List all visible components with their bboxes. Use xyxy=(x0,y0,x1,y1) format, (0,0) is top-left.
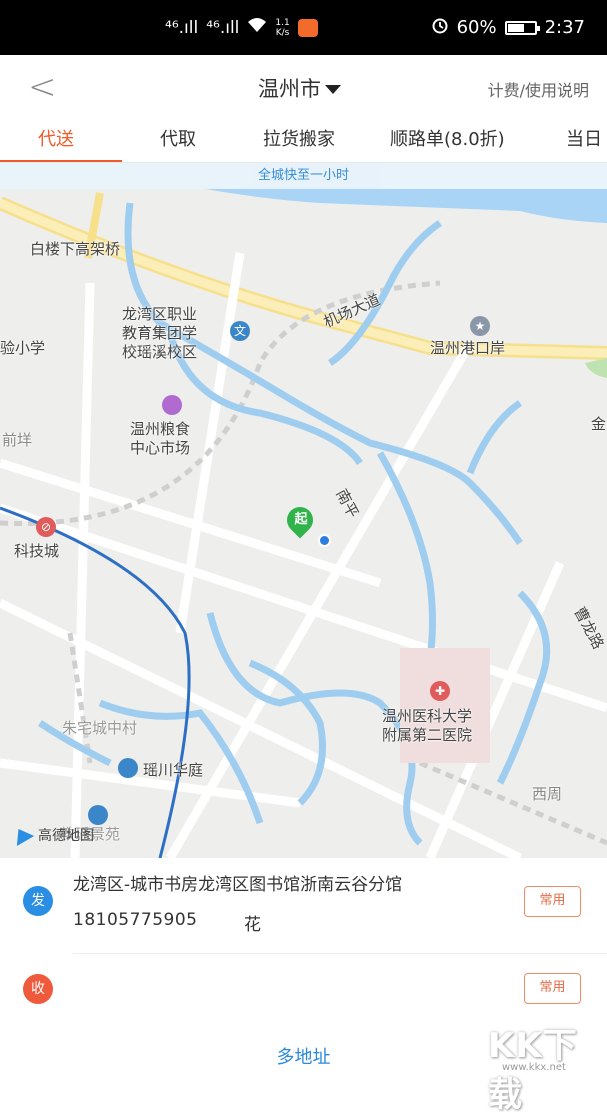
sender-badge: 发 xyxy=(23,886,53,916)
amap-logo-text: 高德地图 xyxy=(38,828,94,844)
amap-logo: 高德地图 xyxy=(9,823,94,847)
speed-unit: K/s xyxy=(275,27,290,38)
status-bar: ⁴⁶.ıll ⁴⁶.ıll 1.1 K/s 60% 2:37 xyxy=(0,0,607,55)
city-name: 温州市 xyxy=(258,77,321,101)
map-label-grain-2: 中心市场 xyxy=(130,439,191,457)
map-label-grain-1: 温州粮食 xyxy=(130,420,191,438)
map-label-xizhou: 西周 xyxy=(532,785,563,803)
watermark-logo: KK下载 www.kkx.net xyxy=(488,1018,606,1115)
clock: 2:37 xyxy=(544,17,585,38)
back-button[interactable]: < xyxy=(28,67,57,107)
map-view[interactable]: 全城快至一小时 白楼下高架桥 龙湾区职业 教育集团学 校瑶溪校区 文 机场大道 … xyxy=(0,163,607,858)
tab-moving[interactable]: 拉货搬家 xyxy=(263,125,335,151)
battery-icon xyxy=(504,20,540,35)
signal-icon: ⁴⁶.ıll xyxy=(165,17,199,38)
notification-icon xyxy=(297,18,318,37)
map-label-bridge: 白楼下高架桥 xyxy=(30,240,121,258)
alarm-icon xyxy=(431,16,449,39)
receiver-badge: 收 xyxy=(23,974,53,1004)
tab-on-the-way[interactable]: 顺路单(8.0折) xyxy=(390,125,505,151)
start-pin-label: 起 xyxy=(294,512,308,527)
map-label-port: 温州港口岸 xyxy=(430,339,506,357)
status-center: ⁴⁶.ıll ⁴⁶.ıll 1.1 K/s xyxy=(165,17,318,38)
market-icon[interactable] xyxy=(162,395,182,415)
sender-common-button[interactable]: 常用 xyxy=(524,886,581,917)
map-label-qianhuan: 前垟 xyxy=(2,431,33,449)
watermark-sub: www.kkx.net xyxy=(502,1062,566,1073)
school-icon[interactable]: 文 xyxy=(230,321,250,341)
sender-address[interactable]: 龙湾区-城市书房龙湾区图书馆浙南云谷分馆 xyxy=(73,870,402,895)
map-label-school-line3: 校瑶溪校区 xyxy=(122,343,198,361)
caret-down-icon xyxy=(325,84,341,94)
residence-icon-2[interactable] xyxy=(88,805,108,825)
header-bar: < 温州市 计费/使用说明 xyxy=(0,55,607,117)
service-tabs: 代送 代取 拉货搬家 顺路单(8.0折) 当日 xyxy=(0,117,607,163)
sender-name: 花 xyxy=(244,915,261,935)
port-icon[interactable]: ★ xyxy=(470,316,490,336)
network-speed: 1.1 K/s xyxy=(275,18,289,38)
tab-delivery[interactable]: 代送 xyxy=(38,125,74,151)
receiver-address-field[interactable] xyxy=(73,963,513,1013)
sender-phone: 18105775905 xyxy=(73,910,198,930)
map-label-hospital-1: 温州医科大学 xyxy=(382,707,473,725)
current-location-icon xyxy=(318,534,331,547)
row-divider xyxy=(73,953,607,954)
status-right: 60% 2:37 xyxy=(431,16,585,39)
map-label-jin: 金 xyxy=(591,415,607,433)
battery-percent: 60% xyxy=(456,17,497,38)
hospital-icon[interactable]: ✚ xyxy=(430,681,450,701)
metro-station-icon[interactable]: ⊘ xyxy=(36,517,56,537)
map-banner: 全城快至一小时 xyxy=(0,163,607,189)
map-label-tech-city: 科技城 xyxy=(14,542,60,560)
receiver-common-button[interactable]: 常用 xyxy=(524,973,581,1004)
city-selector[interactable]: 温州市 xyxy=(258,73,341,103)
map-label-hospital-2: 附属第二医院 xyxy=(382,726,473,744)
map-label-school-line2: 教育集团学 xyxy=(122,324,198,342)
residence-icon[interactable] xyxy=(118,758,138,778)
speed-value: 1.1 xyxy=(275,17,290,28)
map-label-school-line1: 龙湾区职业 xyxy=(122,305,198,323)
tab-same-day[interactable]: 当日 xyxy=(566,125,602,151)
map-label-primary-school: 验小学 xyxy=(0,339,46,357)
tab-pickup[interactable]: 代取 xyxy=(160,125,196,151)
signal-icon-2: ⁴⁶.ıll xyxy=(206,17,240,38)
amap-logo-icon xyxy=(9,823,35,847)
pricing-help-link[interactable]: 计费/使用说明 xyxy=(488,77,589,101)
wifi-icon xyxy=(247,17,267,38)
map-label-yaochuan: 瑶川华庭 xyxy=(143,761,204,779)
map-label-zhuzhai: 朱宅城中村 xyxy=(62,719,138,737)
